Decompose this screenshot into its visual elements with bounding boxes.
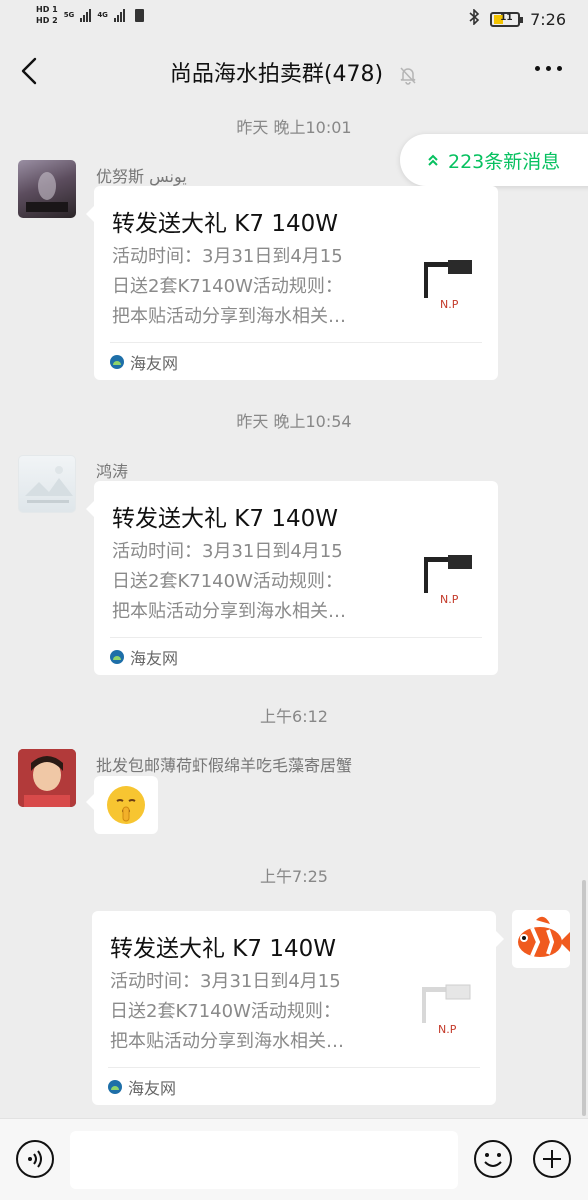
product-thumbnail: N.P: [424, 260, 472, 311]
card-source: 海友网: [108, 1075, 176, 1099]
card-description: 活动时间：3月31日到4月15 日送2套K7140W活动规则： 把本贴活动分享到…: [110, 967, 396, 1057]
card-divider: [110, 637, 482, 638]
more-dots-icon: [535, 66, 540, 71]
status-bar: HD 1 HD 2 5G 4G 11 7:26: [0, 0, 588, 38]
battery-level: 11: [500, 12, 513, 23]
signal-bars-icon: [80, 8, 92, 22]
source-logo-icon: [108, 1080, 122, 1094]
card-divider: [110, 342, 482, 343]
net2-label: 4G: [97, 10, 108, 19]
chat-title-row: 尚品海水拍卖群(478): [0, 56, 588, 88]
card-title: 转发送大礼 K7 140W: [112, 211, 338, 237]
signal-bars-icon-2: [113, 8, 125, 22]
svg-text:N.P: N.P: [440, 298, 459, 311]
my-avatar[interactable]: [512, 910, 570, 968]
input-bar: [0, 1118, 588, 1200]
plus-icon: [533, 1140, 571, 1178]
card-desc-line: 把本贴活动分享到海水相关…: [112, 306, 346, 327]
new-messages-button[interactable]: 223条新消息: [400, 134, 588, 186]
emoji-message[interactable]: [86, 776, 158, 834]
double-chevron-up-icon: [428, 154, 438, 166]
net2-indicator: 4G: [97, 11, 108, 20]
card-description: 活动时间：3月31日到4月15 日送2套K7140W活动规则： 把本贴活动分享到…: [112, 242, 398, 332]
card-source-label: 海友网: [128, 1079, 177, 1098]
mute-bell-icon: [398, 65, 418, 85]
net1-label: 5G: [63, 10, 75, 19]
card-title: 转发送大礼 K7 140W: [110, 936, 336, 962]
battery-icon: 11: [490, 11, 524, 27]
signal-group: HD 1 HD 2 5G 4G: [36, 4, 144, 26]
link-card[interactable]: 转发送大礼 K7 140W 活动时间：3月31日到4月15 日送2套K7140W…: [86, 481, 498, 675]
card-desc-line: 日送2套K7140W活动规则：: [110, 1001, 341, 1022]
scrollbar[interactable]: [582, 880, 586, 1116]
chat-title: 尚品海水拍卖群(478): [169, 62, 384, 87]
card-desc-line: 日送2套K7140W活动规则：: [112, 276, 343, 297]
card-title: 转发送大礼 K7 140W: [112, 506, 338, 532]
sender-name: 批发包邮薄荷虾假绵羊吃毛藻寄居蟹: [96, 756, 353, 775]
card-source: 海友网: [110, 645, 178, 669]
sender-name: 优努斯 یونس: [96, 167, 187, 186]
avatar[interactable]: [18, 455, 76, 513]
sender-name: 鸿涛: [96, 462, 129, 481]
net1-indicator: 5G: [64, 11, 75, 20]
avatar[interactable]: [18, 749, 76, 807]
voice-button[interactable]: [15, 1139, 55, 1179]
card-description: 活动时间：3月31日到4月15 日送2套K7140W活动规则： 把本贴活动分享到…: [112, 537, 398, 627]
product-thumbnail: N.P: [422, 984, 471, 1036]
card-desc-line: 把本贴活动分享到海水相关…: [110, 1031, 344, 1052]
link-card[interactable]: 转发送大礼 K7 140W 活动时间：3月31日到4月15 日送2套K7140W…: [86, 186, 498, 380]
new-messages-label: 223条新消息: [448, 150, 561, 173]
emoji-button[interactable]: [473, 1139, 513, 1179]
voice-icon: [16, 1140, 54, 1178]
status-right: 11 7:26: [468, 8, 566, 29]
source-logo-icon: [110, 650, 124, 664]
svg-text:N.P: N.P: [438, 1023, 457, 1036]
card-desc-line: 日送2套K7140W活动规则：: [112, 571, 343, 592]
timestamp: 昨天 晚上10:54: [236, 412, 352, 431]
hd-indicator: HD 1 HD 2: [36, 4, 58, 26]
avatar[interactable]: [18, 160, 76, 218]
chat-header: 尚品海水拍卖群(478): [0, 38, 588, 104]
hd1-label: HD 1: [36, 5, 58, 14]
shushing-face-emoji: [107, 786, 145, 824]
card-source: 海友网: [110, 350, 178, 374]
card-desc-line: 活动时间：3月31日到4月15: [112, 541, 343, 562]
product-thumbnail: N.P: [424, 555, 472, 606]
plus-button[interactable]: [532, 1139, 572, 1179]
message-input[interactable]: [70, 1131, 458, 1189]
svg-text:N.P: N.P: [440, 593, 459, 606]
card-source-label: 海友网: [130, 649, 179, 668]
timestamp: 上午6:12: [260, 707, 328, 726]
timestamp: 上午7:25: [260, 867, 328, 886]
link-card[interactable]: 转发送大礼 K7 140W 活动时间：3月31日到4月15 日送2套K7140W…: [92, 911, 504, 1105]
bluetooth-icon: [468, 8, 480, 29]
source-logo-icon: [110, 355, 124, 369]
card-source-label: 海友网: [130, 354, 179, 373]
card-desc-line: 把本贴活动分享到海水相关…: [112, 601, 346, 622]
card-desc-line: 活动时间：3月31日到4月15: [112, 246, 343, 267]
card-desc-line: 活动时间：3月31日到4月15: [110, 971, 341, 992]
hd2-label: HD 2: [36, 16, 58, 25]
clock: 7:26: [530, 9, 566, 29]
emoji-icon: [474, 1140, 512, 1178]
more-button[interactable]: [535, 66, 562, 71]
sim-card-icon: [134, 8, 144, 22]
card-divider: [108, 1067, 480, 1068]
